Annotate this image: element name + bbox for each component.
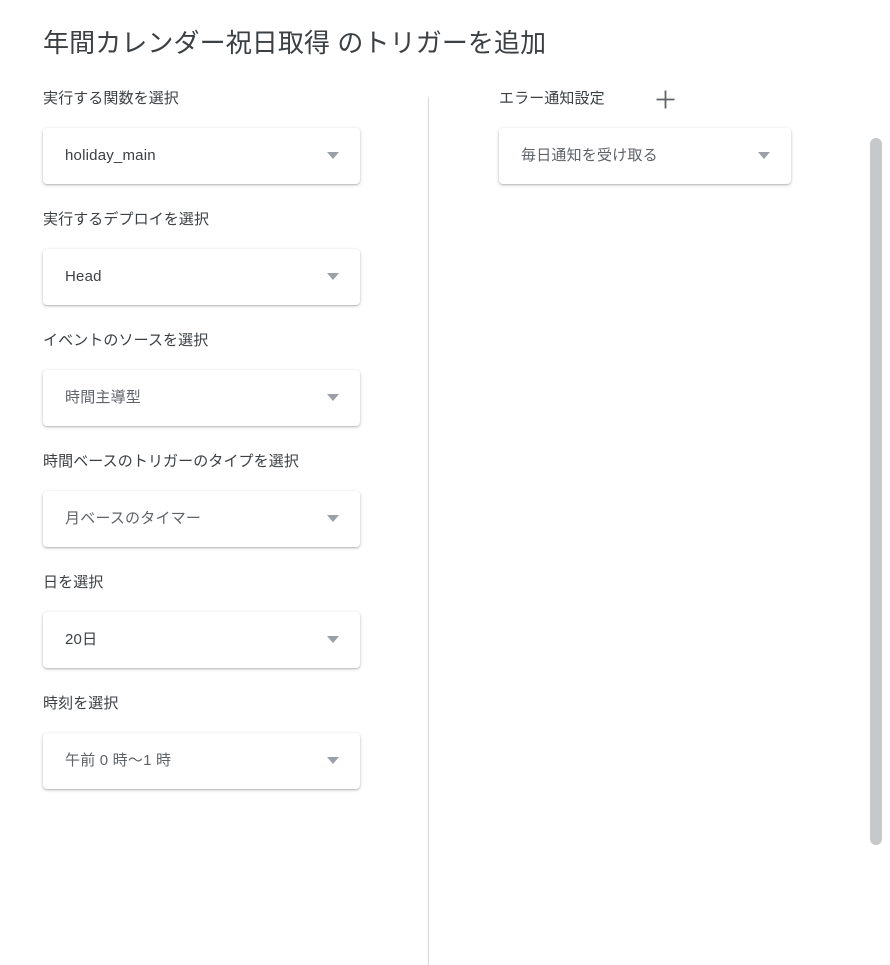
event-source-select[interactable]: 時間主導型 [43,370,360,426]
field-label-day: 日を選択 [43,574,104,591]
day-select-value: 20日 [65,631,98,648]
field-deployment: 実行するデプロイを選択 Head [43,209,403,305]
chevron-down-icon [321,386,345,410]
time-select-value: 午前 0 時〜1 時 [65,752,172,769]
field-label-function: 実行する関数を選択 [43,90,179,107]
deployment-select[interactable]: Head [43,249,360,305]
field-label-failure-notification: エラー通知設定 [499,90,605,107]
add-trigger-dialog: 年間カレンダー祝日取得 のトリガーを追加 実行する関数を選択 holiday_m… [0,0,890,965]
field-day: 日を選択 20日 [43,572,403,668]
add-notification-button[interactable] [653,86,679,112]
chevron-down-icon [321,507,345,531]
plus-icon [656,90,675,109]
field-label-time-trigger-type: 時間ベースのトリガーのタイプを選択 [43,453,299,470]
chevron-down-icon [321,144,345,168]
failure-notification-select[interactable]: 毎日通知を受け取る [499,128,791,184]
scrollbar-thumb[interactable] [870,138,882,845]
trigger-settings-column: 実行する関数を選択 holiday_main 実行するデプロイを選択 Head [43,88,403,814]
field-label-time: 時刻を選択 [43,695,119,712]
chevron-down-icon [321,749,345,773]
chevron-down-icon [752,144,776,168]
failure-notification-select-value: 毎日通知を受け取る [521,147,658,164]
vertical-scrollbar[interactable] [869,88,883,965]
time-trigger-type-select[interactable]: 月ベースのタイマー [43,491,360,547]
dialog-body: 実行する関数を選択 holiday_main 実行するデプロイを選択 Head [0,88,890,965]
time-trigger-type-select-value: 月ベースのタイマー [65,510,202,527]
event-source-select-value: 時間主導型 [65,389,142,406]
deployment-select-value: Head [65,268,102,285]
time-select[interactable]: 午前 0 時〜1 時 [43,733,360,789]
field-failure-notification: 毎日通知を受け取る [499,128,829,184]
chevron-down-icon [321,628,345,652]
function-select-value: holiday_main [65,147,156,164]
field-function: 実行する関数を選択 holiday_main [43,88,403,184]
field-time: 時刻を選択 午前 0 時〜1 時 [43,693,403,789]
field-time-trigger-type: 時間ベースのトリガーのタイプを選択 月ベースのタイマー [43,451,403,547]
dialog-title: 年間カレンダー祝日取得 のトリガーを追加 [43,28,547,58]
field-label-deployment: 実行するデプロイを選択 [43,211,210,228]
failure-notification-column: エラー通知設定 毎日通知を受け取る [499,88,829,209]
column-divider [428,97,429,965]
failure-notification-header: エラー通知設定 [499,88,829,110]
field-event-source: イベントのソースを選択 時間主導型 [43,330,403,426]
chevron-down-icon [321,265,345,289]
function-select[interactable]: holiday_main [43,128,360,184]
day-select[interactable]: 20日 [43,612,360,668]
field-label-event-source: イベントのソースを選択 [43,332,209,349]
